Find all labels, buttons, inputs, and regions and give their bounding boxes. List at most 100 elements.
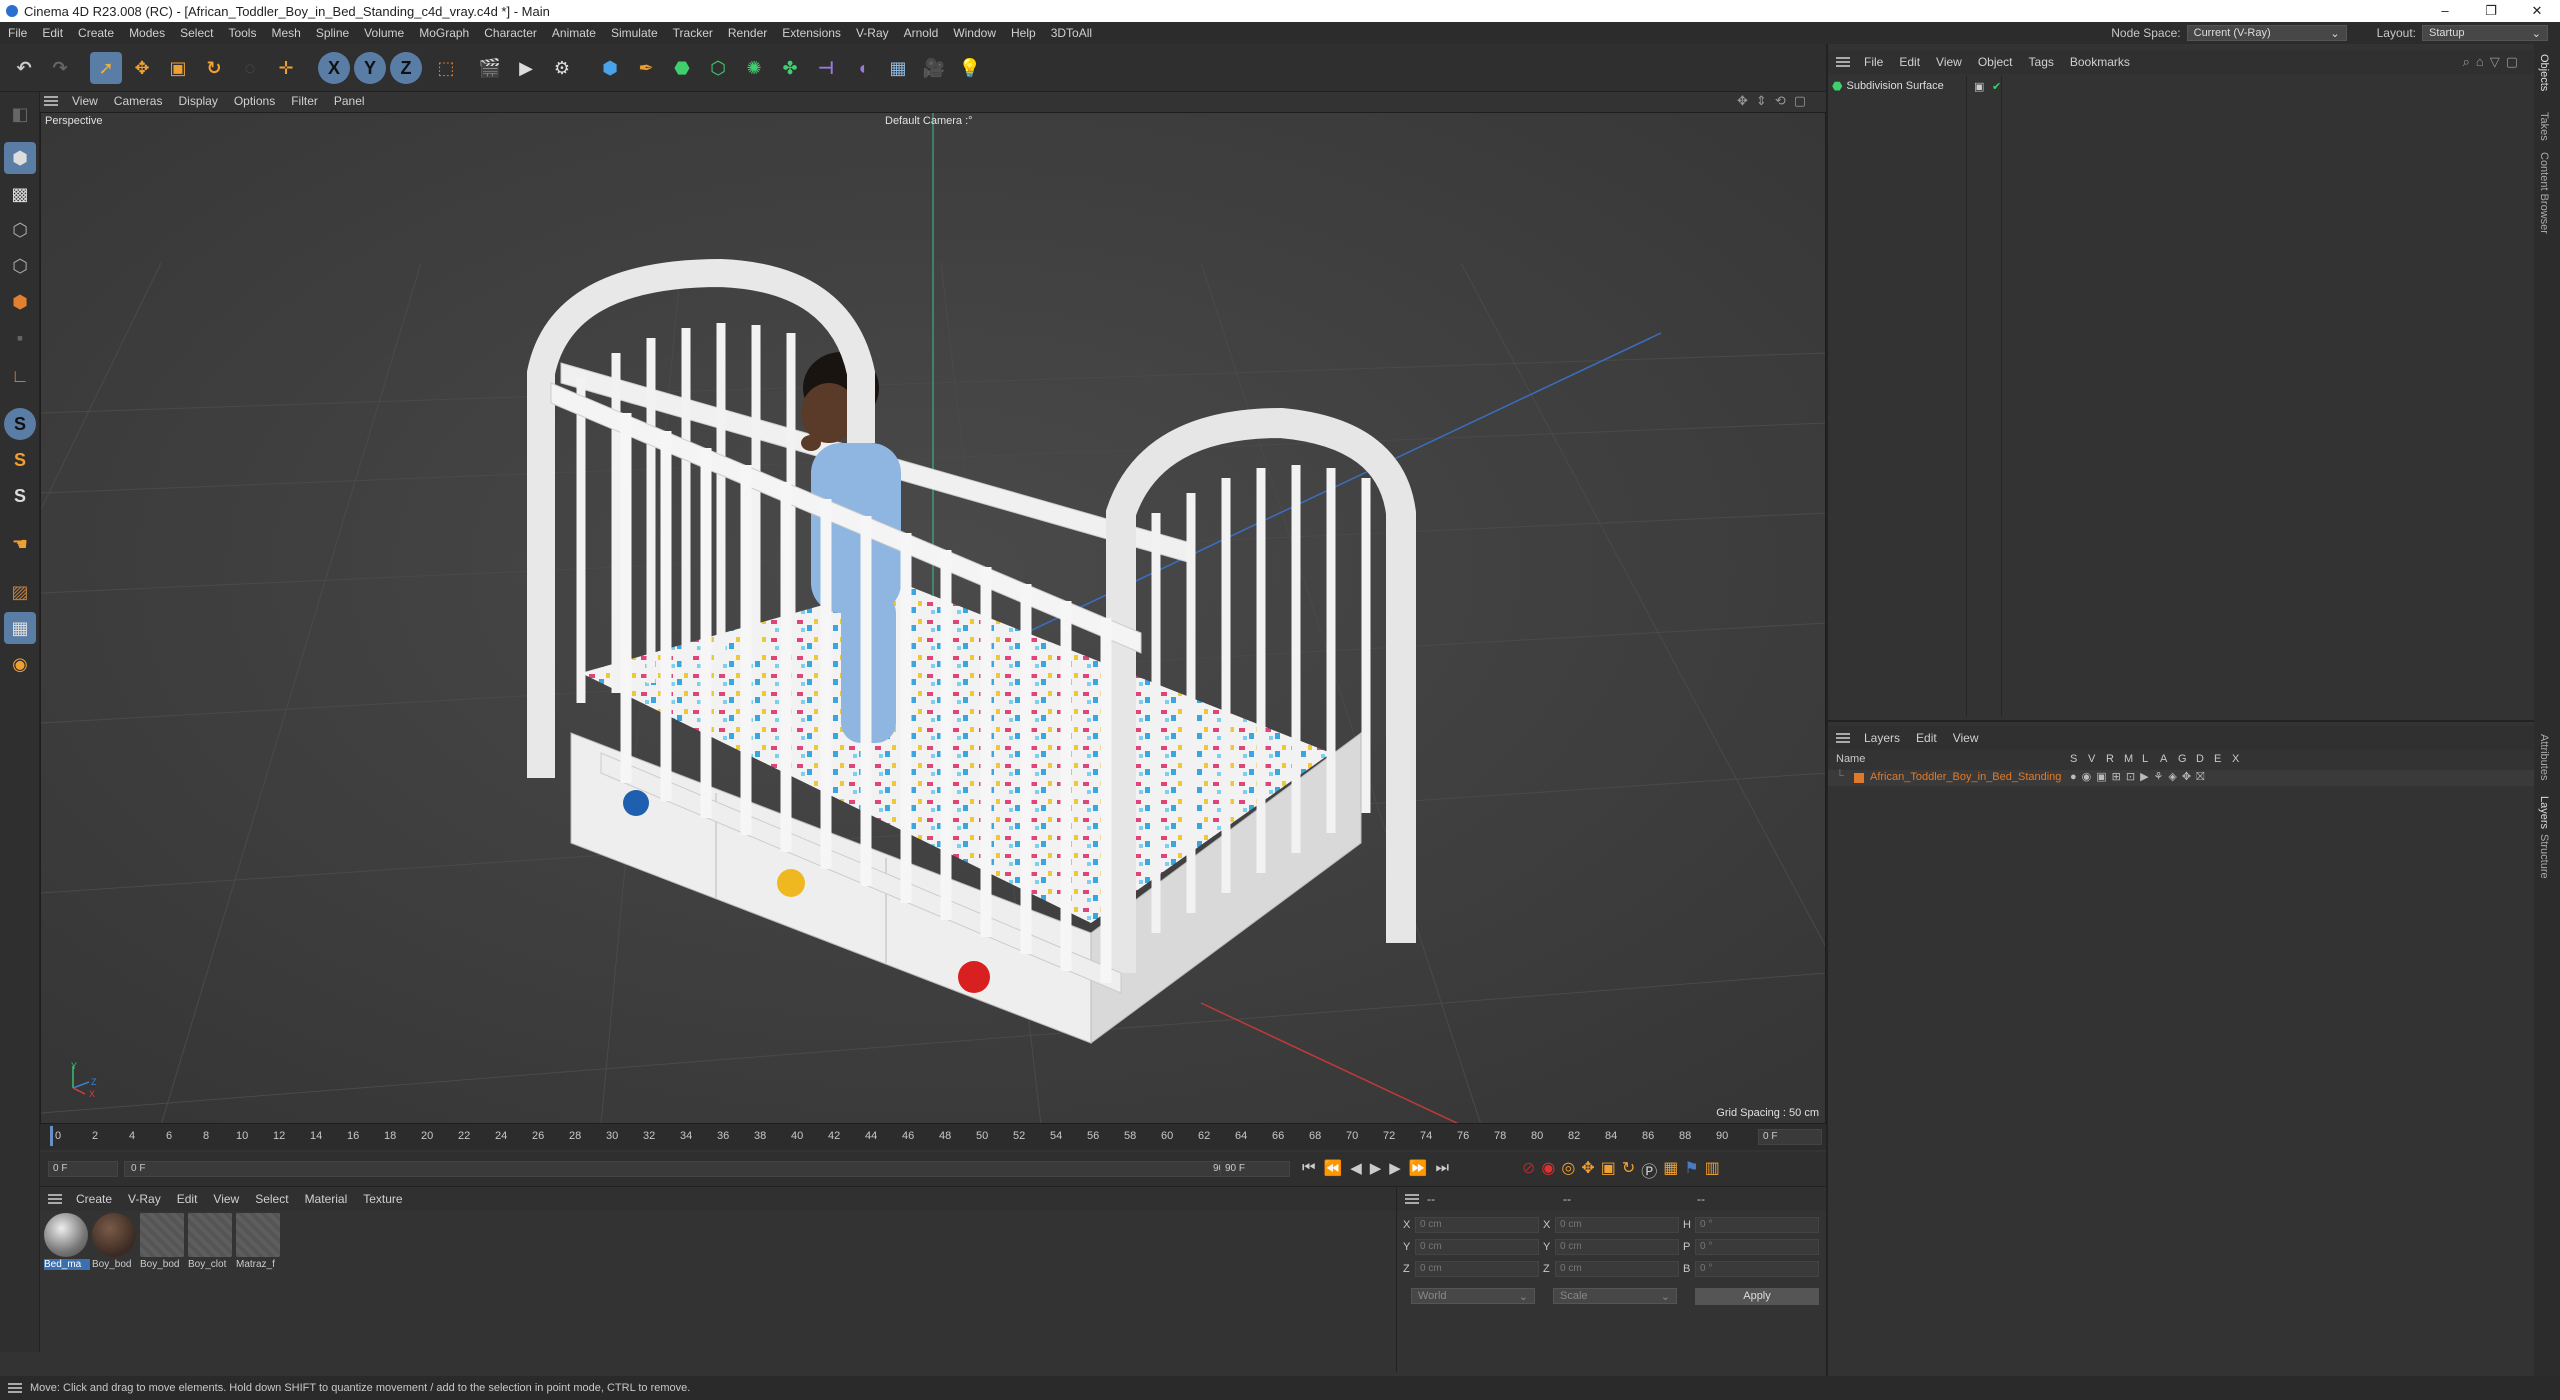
next-frame-icon[interactable]: ▶ [1389,1159,1401,1177]
z-axis-button[interactable]: Z [390,52,422,84]
mat-menu-create[interactable]: Create [76,1192,112,1206]
texture-mode-button[interactable]: ▩ [4,178,36,210]
menu-arnold[interactable]: Arnold [904,26,939,40]
extrude-button[interactable]: ⬡ [702,52,734,84]
menu-simulate[interactable]: Simulate [611,26,658,40]
axis-mode-button[interactable]: ∟ [4,360,36,392]
menu-modes[interactable]: Modes [129,26,165,40]
vp-menu-display[interactable]: Display [178,94,217,108]
polygons-mode-button[interactable]: ⬢ [4,286,36,318]
end-frame-field[interactable]: 90 F [1220,1161,1290,1177]
mograph-button[interactable]: ✤ [774,52,806,84]
vp-menu-options[interactable]: Options [234,94,275,108]
pos-x-field[interactable]: 0 cm [1415,1217,1539,1233]
tab-attributes[interactable]: Attributes [2538,734,2550,780]
subdivision-button[interactable]: ⬣ [666,52,698,84]
size-y-field[interactable]: 0 cm [1555,1239,1679,1255]
layer-flag-icons[interactable]: ●◉▣⊞⊡▶⚘◈✥⛝ [2070,770,2209,784]
go-to-start-icon[interactable]: ⏮ [1302,1159,1316,1177]
keyframe-selection-icon[interactable]: ◎ [1561,1158,1575,1182]
menu-extensions[interactable]: Extensions [782,26,841,40]
mat-menu-edit[interactable]: Edit [177,1192,198,1206]
mat-menu-vray[interactable]: V-Ray [128,1192,161,1206]
menu-3dtoall[interactable]: 3DToAll [1051,26,1092,40]
hamburger-icon[interactable] [1405,1194,1419,1204]
size-mode-dropdown[interactable]: Scale ⌄ [1553,1288,1677,1304]
menu-edit[interactable]: Edit [42,26,63,40]
next-key-icon[interactable]: ⏩ [1409,1159,1428,1177]
3d-viewport[interactable]: Perspective Default Camera :° Grid Spaci… [40,112,1826,1124]
model-mode-button[interactable]: ⬢ [4,142,36,174]
live-selection-button[interactable]: ➚ [90,52,122,84]
material-swatch[interactable] [92,1213,136,1257]
rotation-key-icon[interactable]: ↻ [1622,1158,1635,1182]
object-row[interactable]: ⬣ Subdivision Surface ▣ ✔ [1832,78,2532,94]
parameter-key-icon[interactable]: Ⓟ [1641,1158,1657,1182]
cube-button[interactable]: ⬢ [594,52,626,84]
layers-menu-view[interactable]: View [1953,731,1979,745]
tweak-button[interactable]: ☚ [4,528,36,560]
pos-z-field[interactable]: 0 cm [1415,1261,1539,1277]
menu-tracker[interactable]: Tracker [673,26,713,40]
tab-takes[interactable]: Takes [2538,112,2550,141]
menu-volume[interactable]: Volume [364,26,404,40]
menu-spline[interactable]: Spline [316,26,349,40]
checkmark-icon[interactable]: ✔ [1992,80,2001,93]
layers-menu-edit[interactable]: Edit [1916,731,1937,745]
timeline-icon[interactable]: ▥ [1705,1158,1720,1182]
rot-h-field[interactable]: 0 ° [1695,1217,1819,1233]
snap-quantize-button[interactable]: S [4,480,36,512]
field-button[interactable]: ◖ [846,52,878,84]
coord-system-dropdown[interactable]: World ⌄ [1411,1288,1535,1304]
start-frame-field[interactable]: 0 F [48,1161,118,1177]
snap-button[interactable]: S [4,408,36,440]
rot-p-field[interactable]: 0 ° [1695,1239,1819,1255]
viewport-nav-icons[interactable]: ✥⇕⟲▢ [1737,93,1814,109]
soft-selection-button[interactable]: ◉ [4,648,36,680]
menu-animate[interactable]: Animate [552,26,596,40]
close-button[interactable]: ✕ [2514,0,2560,22]
menu-select[interactable]: Select [180,26,213,40]
menu-create[interactable]: Create [78,26,114,40]
layout-dropdown[interactable]: Startup ⌄ [2422,25,2548,41]
uv-mode-button[interactable]: ▪ [4,322,36,354]
undo-button[interactable]: ↶ [8,52,40,84]
render-view-button[interactable]: ▶ [510,52,542,84]
hamburger-icon[interactable] [48,1194,62,1204]
material-swatch[interactable] [236,1213,280,1257]
position-key-icon[interactable]: ✥ [1581,1158,1594,1182]
tab-structure[interactable]: Structure [2538,834,2550,879]
tab-content-browser[interactable]: Content Browser [2538,152,2550,234]
render-region-button[interactable]: 🎬 [474,52,506,84]
pos-y-field[interactable]: 0 cm [1415,1239,1539,1255]
transform-button[interactable]: ✛ [270,52,302,84]
make-editable-button[interactable]: ◧ [4,98,36,130]
layer-color-swatch[interactable] [1854,773,1864,783]
restore-button[interactable]: ❐ [2468,0,2514,22]
menu-vray[interactable]: V-Ray [856,26,889,40]
material-swatch[interactable] [188,1213,232,1257]
hamburger-icon[interactable] [1836,733,1850,743]
scale-button[interactable]: ▣ [162,52,194,84]
objects-header-icons[interactable]: ⌕⌂▽▢ [2463,54,2524,70]
hamburger-icon[interactable] [8,1383,22,1393]
obj-menu-edit[interactable]: Edit [1899,55,1920,69]
edges-mode-button[interactable]: ⬡ [4,250,36,282]
autokey-icon[interactable]: ◉ [1541,1158,1555,1182]
menu-window[interactable]: Window [953,26,996,40]
rotate-button[interactable]: ↻ [198,52,230,84]
apply-button[interactable]: Apply [1695,1288,1819,1305]
obj-menu-file[interactable]: File [1864,55,1883,69]
scale-key-icon[interactable]: ▣ [1601,1158,1616,1182]
play-icon[interactable]: ▶ [1370,1159,1382,1177]
grid-button[interactable]: ▦ [4,612,36,644]
menu-mesh[interactable]: Mesh [271,26,300,40]
current-frame-field[interactable]: 0 F [1758,1129,1822,1145]
obj-menu-object[interactable]: Object [1978,55,2013,69]
recent-tool-button[interactable]: ◌ [234,52,266,84]
move-button[interactable]: ✥ [126,52,158,84]
obj-menu-bookmarks[interactable]: Bookmarks [2070,55,2130,69]
menu-render[interactable]: Render [728,26,767,40]
preview-range-slider[interactable]: 0 F 90 F [124,1161,1240,1177]
workplane-button[interactable]: ▨ [4,576,36,608]
